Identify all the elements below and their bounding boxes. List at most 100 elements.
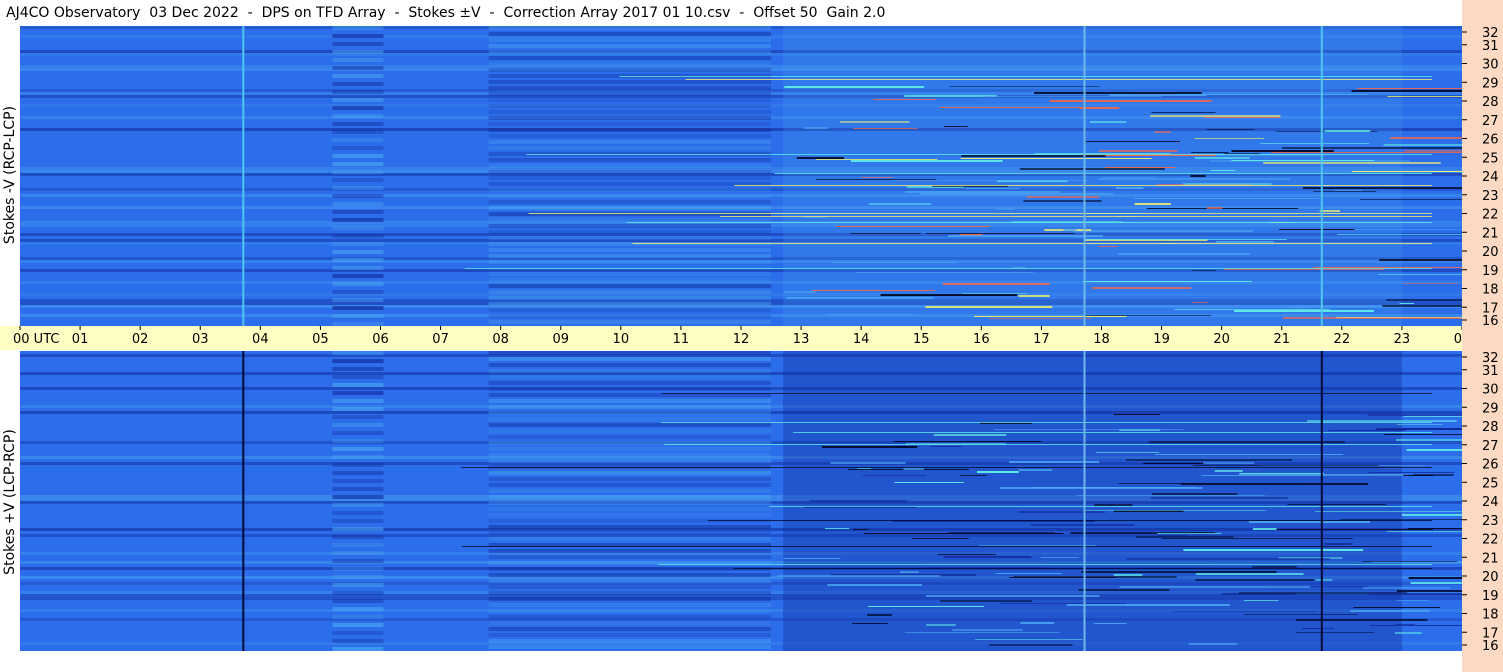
- day-texture: [488, 32, 772, 36]
- day-texture: [488, 363, 772, 367]
- vertical-line: [242, 351, 245, 651]
- time-tick-label: 17: [1033, 332, 1050, 347]
- interference-line: [996, 208, 1015, 210]
- day-texture: [488, 194, 772, 198]
- interference-line: [1234, 310, 1374, 312]
- interference-line: [1382, 305, 1462, 307]
- interference-line: [827, 584, 923, 586]
- time-tick-label: 03: [192, 332, 209, 347]
- burst-stripes: [332, 359, 384, 363]
- burst-stripes: [332, 575, 384, 579]
- burst-stripes: [332, 511, 384, 515]
- interference-line: [1104, 167, 1176, 168]
- interference-line: [1406, 449, 1462, 451]
- day-texture: [488, 399, 772, 403]
- time-tick-label: 06: [372, 332, 389, 347]
- bottom-panel-ylabel: Stokes +V (LCP-RCP): [2, 429, 18, 575]
- interference-line: [1313, 267, 1462, 268]
- time-tick-label: 11: [673, 332, 690, 347]
- day-texture: [488, 429, 772, 433]
- interference-line: [930, 446, 962, 447]
- freq-tick-label: 26: [1482, 458, 1499, 473]
- interference-line: [1410, 582, 1462, 584]
- interference-line: [1085, 510, 1266, 511]
- burst-stripes: [332, 266, 384, 270]
- burst-stripes: [332, 567, 384, 571]
- day-texture: [488, 417, 772, 421]
- burst-stripes: [332, 383, 384, 387]
- interference-line: [1151, 112, 1216, 113]
- time-tick-label: 12: [733, 332, 750, 347]
- burst-stripes: [332, 463, 384, 467]
- interference-line: [836, 226, 990, 227]
- freq-tick-label: 20: [1482, 570, 1499, 585]
- freq-tick-label: 18: [1482, 283, 1499, 298]
- burst-stripes: [332, 503, 384, 507]
- interference-line: [461, 467, 1432, 468]
- interference-line: [1161, 538, 1353, 539]
- interference-line: [1084, 315, 1212, 316]
- day-texture: [488, 176, 772, 180]
- interference-line: [733, 568, 1432, 569]
- interference-line: [1192, 270, 1217, 271]
- burst-stripes: [332, 623, 384, 627]
- day-texture: [488, 308, 772, 312]
- time-tick-label: 04: [252, 332, 269, 347]
- day-texture: [488, 296, 772, 300]
- interference-line: [1135, 536, 1234, 538]
- interference-line: [926, 624, 956, 626]
- burst-stripes: [332, 186, 384, 190]
- interference-line: [1019, 168, 1165, 170]
- interference-line: [1018, 511, 1106, 513]
- interference-line: [1000, 603, 1126, 604]
- interference-line: [1150, 115, 1281, 117]
- time-tick-label: 15: [913, 332, 930, 347]
- interference-line: [1206, 207, 1223, 209]
- burst-stripes: [332, 130, 384, 134]
- burst-stripes: [332, 154, 384, 158]
- interference-line: [784, 86, 924, 88]
- interference-line: [809, 500, 907, 502]
- burst-stripes: [332, 431, 384, 435]
- interference-line: [1192, 302, 1208, 303]
- day-texture: [488, 585, 772, 589]
- day-texture: [488, 110, 772, 114]
- day-texture: [488, 260, 772, 264]
- day-texture: [488, 567, 772, 571]
- interference-line: [1174, 94, 1367, 95]
- burst-stripes: [332, 282, 384, 286]
- burst-stripes: [332, 202, 384, 206]
- day-texture: [488, 104, 772, 108]
- interference-line: [1328, 430, 1406, 431]
- interference-line: [619, 76, 1432, 77]
- day-texture: [488, 483, 772, 487]
- time-tick-label: 13: [793, 332, 810, 347]
- time-tick-label: 00 UTC: [13, 332, 59, 347]
- day-texture: [488, 170, 772, 174]
- day-texture: [488, 236, 772, 240]
- burst-stripes: [332, 631, 384, 635]
- freq-tick-label: 30: [1482, 383, 1499, 398]
- interference-line: [1078, 589, 1170, 591]
- day-texture: [488, 423, 772, 427]
- interference-line: [1030, 524, 1135, 526]
- interference-line: [1401, 514, 1462, 516]
- burst-stripes: [332, 367, 384, 371]
- interference-line: [685, 79, 1432, 80]
- vertical-line: [1320, 26, 1323, 326]
- time-tick-label: 16: [973, 332, 990, 347]
- interference-line: [952, 629, 1023, 631]
- time-tick-label: 23: [1394, 332, 1411, 347]
- burst-stripes: [332, 351, 384, 355]
- interference-line: [1307, 420, 1457, 422]
- interference-line: [893, 441, 1042, 442]
- interference-line: [827, 314, 913, 315]
- interference-line: [861, 177, 893, 178]
- interference-line: [825, 528, 850, 529]
- interference-line: [1143, 463, 1206, 464]
- burst-stripes: [332, 527, 384, 531]
- interference-line: [1094, 504, 1133, 506]
- freq-tick-label: 29: [1482, 76, 1499, 91]
- interference-line: [1263, 162, 1441, 164]
- burst-stripes: [332, 290, 384, 294]
